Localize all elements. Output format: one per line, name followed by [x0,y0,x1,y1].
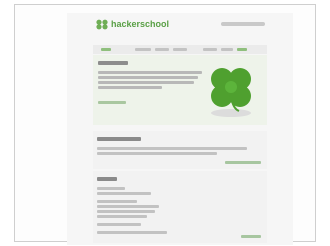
clover-icon[interactable] [95,19,109,30]
site-header: hackerschool [67,13,293,33]
text-line [97,210,155,213]
text-line [97,192,151,195]
text-line [97,187,125,190]
section-title [97,177,117,181]
nav-item[interactable] [221,48,233,51]
content-section [93,131,267,169]
text-line [97,231,167,234]
section-title [97,137,141,141]
text-line [97,215,147,218]
hero-title [98,61,128,65]
nav-item[interactable] [237,48,247,51]
section-link[interactable] [241,235,261,238]
clover-icon [211,68,251,117]
hero-link[interactable] [98,101,126,104]
web-page: hackerschool [67,13,293,245]
main-navigation [93,45,267,54]
text-line [97,147,247,150]
text-line [97,152,217,155]
section-link[interactable] [225,161,261,164]
site-logo[interactable]: hackerschool [111,19,169,30]
nav-item[interactable] [173,48,187,51]
nav-item[interactable] [203,48,217,51]
nav-item[interactable] [135,48,151,51]
text-line [97,223,141,226]
nav-item[interactable] [101,48,111,51]
hero-text-line [98,81,194,84]
text-line [97,205,159,208]
hero-text-line [98,76,198,79]
browser-frame: hackerschool [14,4,316,245]
hero-text-line [98,71,202,74]
hero-panel [93,55,267,125]
content-section [93,171,267,243]
hero-text-line [98,86,162,89]
header-link[interactable] [221,22,265,26]
nav-item[interactable] [155,48,169,51]
text-line [97,200,137,203]
